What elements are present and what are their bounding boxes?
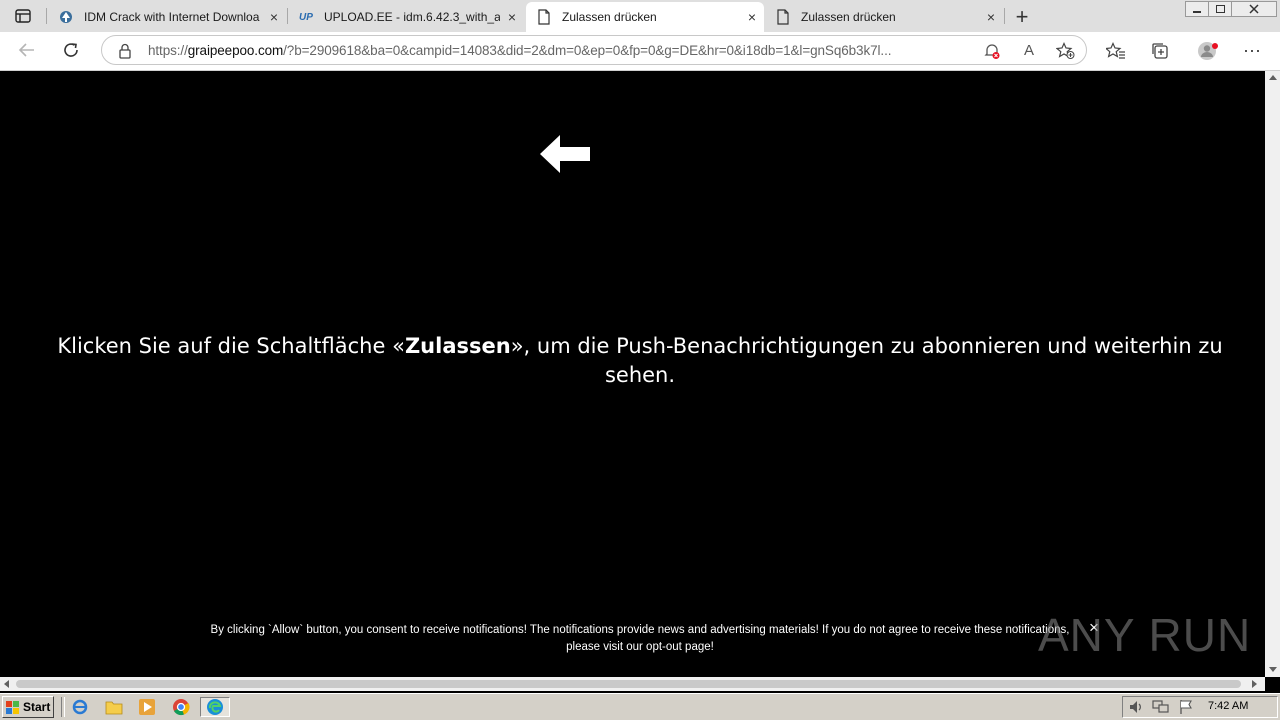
opt-out-link[interactable]: opt-out page [646, 641, 711, 653]
add-favorite-button[interactable] [1055, 42, 1076, 65]
start-button[interactable]: Start [2, 696, 54, 718]
close-icon[interactable]: × [748, 9, 756, 25]
scroll-left-icon[interactable] [4, 680, 9, 688]
idm-icon [58, 9, 74, 25]
scroll-down-icon[interactable] [1269, 667, 1277, 672]
scroll-right-icon[interactable] [1252, 680, 1257, 688]
back-button[interactable] [18, 42, 36, 63]
lock-icon[interactable] [118, 43, 132, 64]
minimize-icon [1193, 11, 1201, 13]
edge-icon [207, 699, 223, 715]
window-controls [1185, 1, 1277, 17]
close-icon[interactable]: × [270, 9, 278, 25]
consent-text: By clicking `Allow` button, you consent … [210, 624, 1070, 636]
scrollbar-thumb[interactable] [16, 680, 1241, 688]
restore-button[interactable] [1209, 1, 1232, 17]
tab-zulassen[interactable]: Zulassen drücken × [765, 2, 1003, 32]
upload-icon: UP [299, 11, 313, 23]
avatar-icon [1198, 42, 1218, 60]
vertical-scrollbar[interactable] [1265, 71, 1280, 677]
refresh-icon [64, 43, 78, 57]
page-icon [775, 9, 791, 25]
flag-icon[interactable] [1178, 699, 1194, 720]
headline-instruction: Klicken Sie auf die Schaltfläche «Zulass… [40, 332, 1240, 390]
close-icon[interactable]: × [508, 9, 516, 25]
page-icon [536, 9, 552, 25]
star-add-icon [1055, 42, 1075, 59]
new-tab-button[interactable]: + [1011, 4, 1033, 30]
edge-taskbar-button[interactable] [200, 697, 230, 717]
collections-icon [1152, 43, 1168, 59]
tab-upload-ee[interactable]: UP UPLOAD.EE - idm.6.42.3_with_act × [288, 2, 524, 32]
media-player-icon[interactable] [136, 697, 158, 717]
tab-actions-button[interactable] [14, 7, 32, 25]
system-tray [1122, 696, 1278, 718]
tab-label: Zulassen drücken [562, 10, 657, 24]
favorites-icon [1104, 42, 1125, 59]
windows-logo-icon [6, 700, 19, 714]
url-scheme: https:// [148, 43, 188, 58]
scroll-up-icon[interactable] [1269, 75, 1277, 80]
tab-separator [1004, 8, 1005, 24]
settings-more-button[interactable]: ··· [1241, 40, 1263, 61]
read-aloud-icon[interactable]: A [1019, 42, 1039, 59]
taskbar [0, 693, 1280, 720]
headline-text: Klicken Sie auf die Schaltfläche « [57, 334, 405, 358]
back-arrow-icon [18, 43, 34, 57]
notification-blocked-button[interactable] [983, 42, 1001, 65]
arrow-left-icon [538, 133, 592, 180]
taskbar-divider [61, 697, 65, 717]
ie-icon[interactable] [69, 697, 91, 717]
consent-text: ! [710, 641, 714, 653]
bell-blocked-icon [984, 44, 1000, 59]
clock: 7:42 AM [1208, 700, 1249, 712]
refresh-button[interactable] [62, 41, 80, 64]
collections-button[interactable] [1151, 42, 1169, 65]
network-icon[interactable] [1152, 699, 1170, 720]
tab-label: UPLOAD.EE - idm.6.42.3_with_act [324, 10, 500, 24]
close-window-icon [1249, 4, 1259, 14]
consent-notice: By clicking `Allow` button, you consent … [140, 622, 1140, 656]
tab-separator [46, 8, 47, 24]
favorites-button[interactable] [1104, 42, 1126, 65]
minimize-button[interactable] [1185, 1, 1209, 17]
url-host: graipeepoo.com [187, 43, 284, 58]
profile-button[interactable] [1196, 40, 1220, 67]
consent-text-line2: please visit our opt-out page! [140, 639, 1140, 656]
consent-text: please visit our [566, 641, 647, 653]
url-path: /?b=2909618&ba=0&campid=14083&did=2&dm=0… [283, 43, 892, 58]
close-window-button[interactable] [1232, 1, 1277, 17]
tab-label: Zulassen drücken [801, 10, 896, 24]
headline-text: », um die Push-Benachrichtigungen zu abo… [510, 334, 1223, 387]
start-label: Start [23, 700, 51, 714]
close-icon[interactable]: × [987, 9, 995, 25]
tab-zulassen-active[interactable]: Zulassen drücken × [526, 2, 764, 32]
restore-icon [1215, 5, 1225, 13]
folder-icon[interactable] [103, 697, 125, 717]
tab-actions-icon [15, 9, 31, 23]
url-text[interactable]: https://graipeepoo.com/?b=2909618&ba=0&c… [148, 43, 970, 58]
anyrun-watermark: ANY RUN [1038, 609, 1252, 661]
volume-icon[interactable] [1128, 699, 1144, 720]
tab-label: IDM Crack with Internet Downloa [84, 10, 260, 24]
chrome-icon[interactable] [170, 697, 192, 717]
tab-idm-crack[interactable]: IDM Crack with Internet Downloa × [48, 2, 286, 32]
headline-bold-text: Zulassen [404, 334, 511, 358]
